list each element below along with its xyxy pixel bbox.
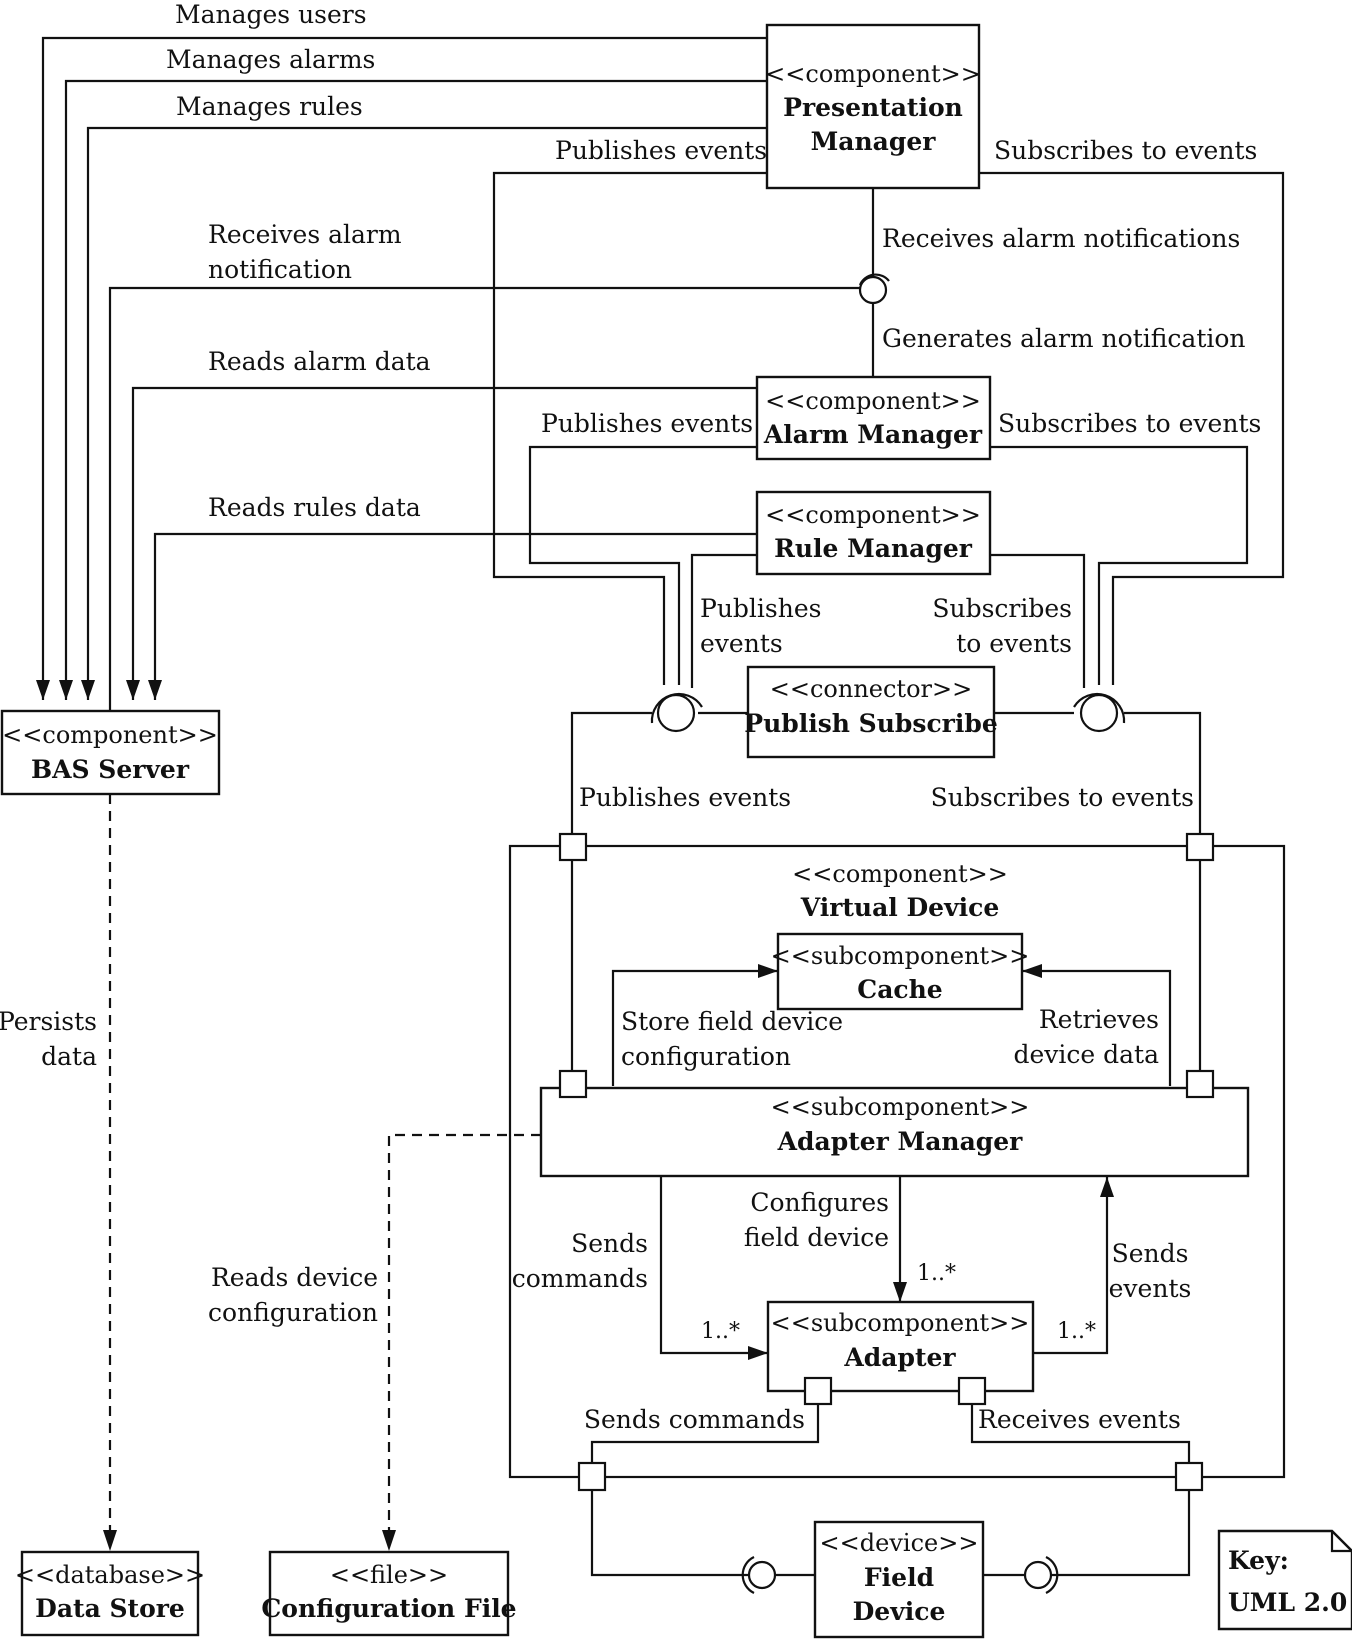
label-pm-publishes: Publishes events (555, 136, 767, 165)
cache-component: <<subcomponent>> Cache (771, 932, 1030, 1011)
edge-persists-data (103, 794, 117, 1551)
label-generates-alarm-notification: Generates alarm notification (882, 324, 1246, 353)
port-vd-events (1174, 1461, 1204, 1492)
label-store-config: Store field device (621, 1007, 843, 1036)
port-am-subscribe (1185, 1069, 1215, 1099)
label-manages-alarms: Manages alarms (166, 45, 375, 74)
label-store-config: configuration (621, 1042, 791, 1071)
key-title: Key: (1228, 1546, 1289, 1575)
stereotype-label: <<component>> (792, 860, 1008, 888)
stereotype-label: <<subcomponent>> (771, 942, 1030, 970)
stereotype-label: <<file>> (330, 1561, 448, 1589)
provided-interface-ball (858, 275, 888, 305)
port-am-publish (558, 1069, 588, 1099)
label-reads-alarm-data: Reads alarm data (208, 347, 431, 376)
label-persists-data: Persists (0, 1007, 97, 1036)
component-name: Adapter (843, 1343, 956, 1372)
rule-manager-component: <<component>> Rule Manager (755, 490, 992, 576)
stereotype-label: <<subcomponent>> (771, 1093, 1030, 1121)
label-configures-field-device: Configures (750, 1188, 889, 1217)
component-name: Presentation (783, 93, 963, 122)
label-retrieves-device-data: device data (1013, 1040, 1159, 1069)
label-adapter-sends-commands: Sends commands (584, 1405, 805, 1434)
component-name: Virtual Device (800, 893, 1000, 922)
key-notation: UML 2.0 (1228, 1588, 1347, 1617)
bas-server-component: <<component>> BAS Server (0, 709, 221, 796)
port-vd-commands (577, 1461, 607, 1492)
field-device-right-interface (983, 1490, 1191, 1594)
label-receives-alarm-notifications: Receives alarm notifications (882, 224, 1240, 253)
stereotype-label: <<component>> (2, 721, 218, 749)
label-am-subscribes: Subscribes to events (998, 409, 1261, 438)
stereotype-label: <<component>> (765, 501, 981, 529)
label-manages-users: Manages users (175, 0, 367, 29)
label-reads-rules-data: Reads rules data (208, 493, 421, 522)
label-rm-subscribes: Subscribes (932, 594, 1072, 623)
sub-interface-right (994, 692, 1202, 840)
label-rm-publishes: events (700, 629, 783, 658)
port-adapter-commands (803, 1376, 833, 1406)
edge-reads-device-configuration (382, 1133, 541, 1551)
label-vd-subscribes: Subscribes to events (931, 783, 1194, 812)
component-name: Cache (857, 975, 942, 1004)
component-name: Field (864, 1563, 934, 1592)
stereotype-label: <<connector>> (770, 675, 972, 703)
adapter-manager-component: <<subcomponent>> Adapter Manager (539, 1086, 1250, 1178)
stereotype-label: <<subcomponent>> (771, 1309, 1030, 1337)
label-reads-device-config: configuration (208, 1298, 378, 1327)
stereotype-label: <<component>> (765, 60, 981, 88)
label-receives-alarm-notification: Receives alarm (208, 220, 402, 249)
label-am-publishes: Publishes events (541, 409, 753, 438)
multiplicity-label: 1..* (917, 1261, 956, 1286)
label-adapter-receives-events: Receives events (978, 1405, 1181, 1434)
field-device-component: <<device>> Field Device (813, 1520, 985, 1639)
port-vd-publish (558, 832, 588, 862)
component-name: Device (853, 1597, 946, 1626)
alarm-manager-component: <<component>> Alarm Manager (755, 375, 992, 461)
component-name: Alarm Manager (763, 420, 983, 449)
label-sends-commands: commands (512, 1264, 648, 1293)
component-name: Manager (811, 127, 937, 156)
edge-reads-rules-data (148, 532, 757, 700)
component-name: Configuration File (261, 1594, 516, 1623)
label-vd-publishes: Publishes events (579, 783, 791, 812)
data-store-component: <<database>> Data Store (15, 1550, 205, 1637)
port-adapter-events (957, 1376, 987, 1406)
stereotype-label: <<component>> (765, 387, 981, 415)
label-sends-commands: Sends (571, 1229, 648, 1258)
label-rm-publishes: Publishes (700, 594, 821, 623)
port-vd-subscribe (1185, 832, 1215, 862)
component-name: BAS Server (31, 755, 190, 784)
component-name: Publish Subscribe (744, 709, 997, 738)
label-persists-data: data (41, 1042, 97, 1071)
label-retrieves-device-data: Retrieves (1039, 1005, 1159, 1034)
label-reads-device-config: Reads device (211, 1263, 378, 1292)
publish-subscribe-connector: <<connector>> Publish Subscribe (744, 665, 998, 759)
component-name: Rule Manager (774, 534, 973, 563)
label-sends-events: events (1109, 1274, 1192, 1303)
label-sends-events: Sends (1112, 1239, 1189, 1268)
label-configures-field-device: field device (744, 1223, 889, 1252)
configuration-file-component: <<file>> Configuration File (261, 1550, 517, 1637)
component-name: Adapter Manager (777, 1127, 1024, 1156)
stereotype-label: <<device>> (820, 1529, 979, 1557)
key-note: Key: UML 2.0 (1217, 1529, 1352, 1631)
label-manages-rules: Manages rules (176, 92, 363, 121)
presentation-manager-component: <<component>> Presentation Manager (765, 23, 981, 190)
stereotype-label: <<database>> (15, 1561, 205, 1589)
label-receives-alarm-notification: notification (208, 255, 352, 284)
uml-component-diagram: <<component>> Virtual Device <<subcompon… (0, 0, 1352, 1639)
component-name: Data Store (35, 1594, 185, 1623)
multiplicity-label: 1..* (1057, 1319, 1096, 1344)
pub-interface-left (570, 692, 748, 840)
field-device-left-interface (590, 1490, 815, 1594)
label-pm-subscribes: Subscribes to events (994, 136, 1257, 165)
multiplicity-label: 1..* (701, 1319, 740, 1344)
label-rm-subscribes: to events (956, 629, 1072, 658)
